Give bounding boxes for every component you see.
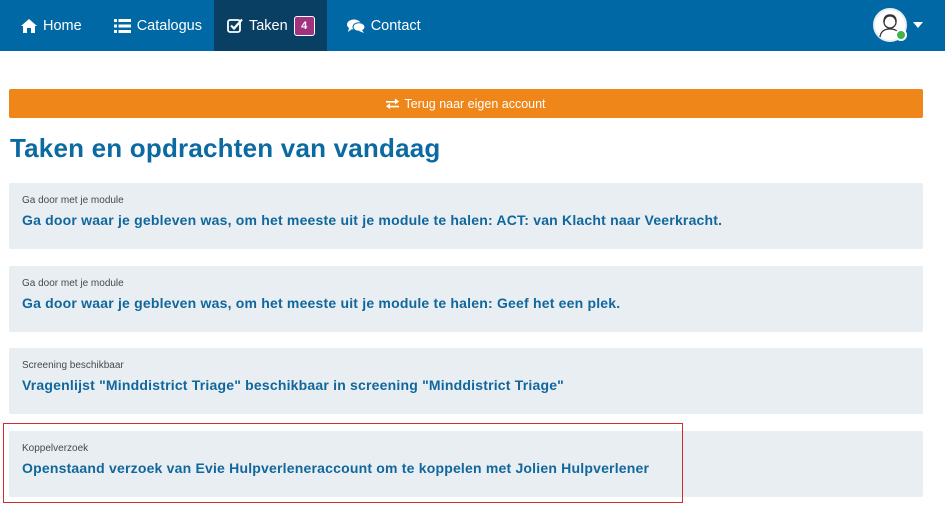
- task-card[interactable]: Ga door met je module Ga door waar je ge…: [9, 266, 923, 332]
- task-card[interactable]: Screening beschikbaar Vragenlijst "Mindd…: [9, 348, 923, 414]
- checkbox-icon: [227, 18, 243, 33]
- nav-contact-label: Contact: [370, 17, 421, 34]
- nav-home-label: Home: [43, 17, 82, 34]
- exchange-icon: [386, 98, 400, 109]
- nav-catalogus[interactable]: Catalogus: [94, 0, 214, 51]
- page-title: Taken en opdrachten van vandaag: [10, 133, 441, 163]
- avatar: [873, 8, 907, 42]
- task-category: Screening beschikbaar: [22, 360, 124, 371]
- user-menu[interactable]: [873, 8, 923, 42]
- task-category: Ga door met je module: [22, 278, 124, 289]
- nav-catalogus-label: Catalogus: [136, 17, 202, 34]
- chevron-down-icon: [913, 22, 923, 28]
- task-link[interactable]: Ga door waar je gebleven was, om het mee…: [22, 295, 923, 311]
- task-count-badge: 4: [293, 15, 315, 36]
- back-button-label: Terug naar eigen account: [404, 96, 546, 111]
- home-icon: [21, 18, 37, 33]
- task-category: Koppelverzoek: [22, 443, 89, 454]
- task-card[interactable]: Ga door met je module Ga door waar je ge…: [9, 183, 923, 249]
- online-status-dot: [895, 29, 907, 41]
- chat-icon: [346, 19, 365, 33]
- nav-taken[interactable]: Taken 4: [213, 0, 327, 51]
- list-icon: [113, 18, 131, 33]
- top-navbar: Home Catalogus Taken 4 Contact: [0, 0, 945, 51]
- nav-home[interactable]: Home: [0, 0, 94, 51]
- task-card[interactable]: Koppelverzoek Openstaand verzoek van Evi…: [9, 431, 923, 497]
- nav-taken-label: Taken: [248, 17, 288, 34]
- nav-contact[interactable]: Contact: [327, 0, 433, 51]
- task-link[interactable]: Ga door waar je gebleven was, om het mee…: [22, 212, 923, 228]
- back-to-own-account-button[interactable]: Terug naar eigen account: [9, 89, 923, 118]
- task-category: Ga door met je module: [22, 195, 124, 206]
- task-link[interactable]: Vragenlijst "Minddistrict Triage" beschi…: [22, 377, 923, 393]
- task-link[interactable]: Openstaand verzoek van Evie Hulpverlener…: [22, 460, 923, 476]
